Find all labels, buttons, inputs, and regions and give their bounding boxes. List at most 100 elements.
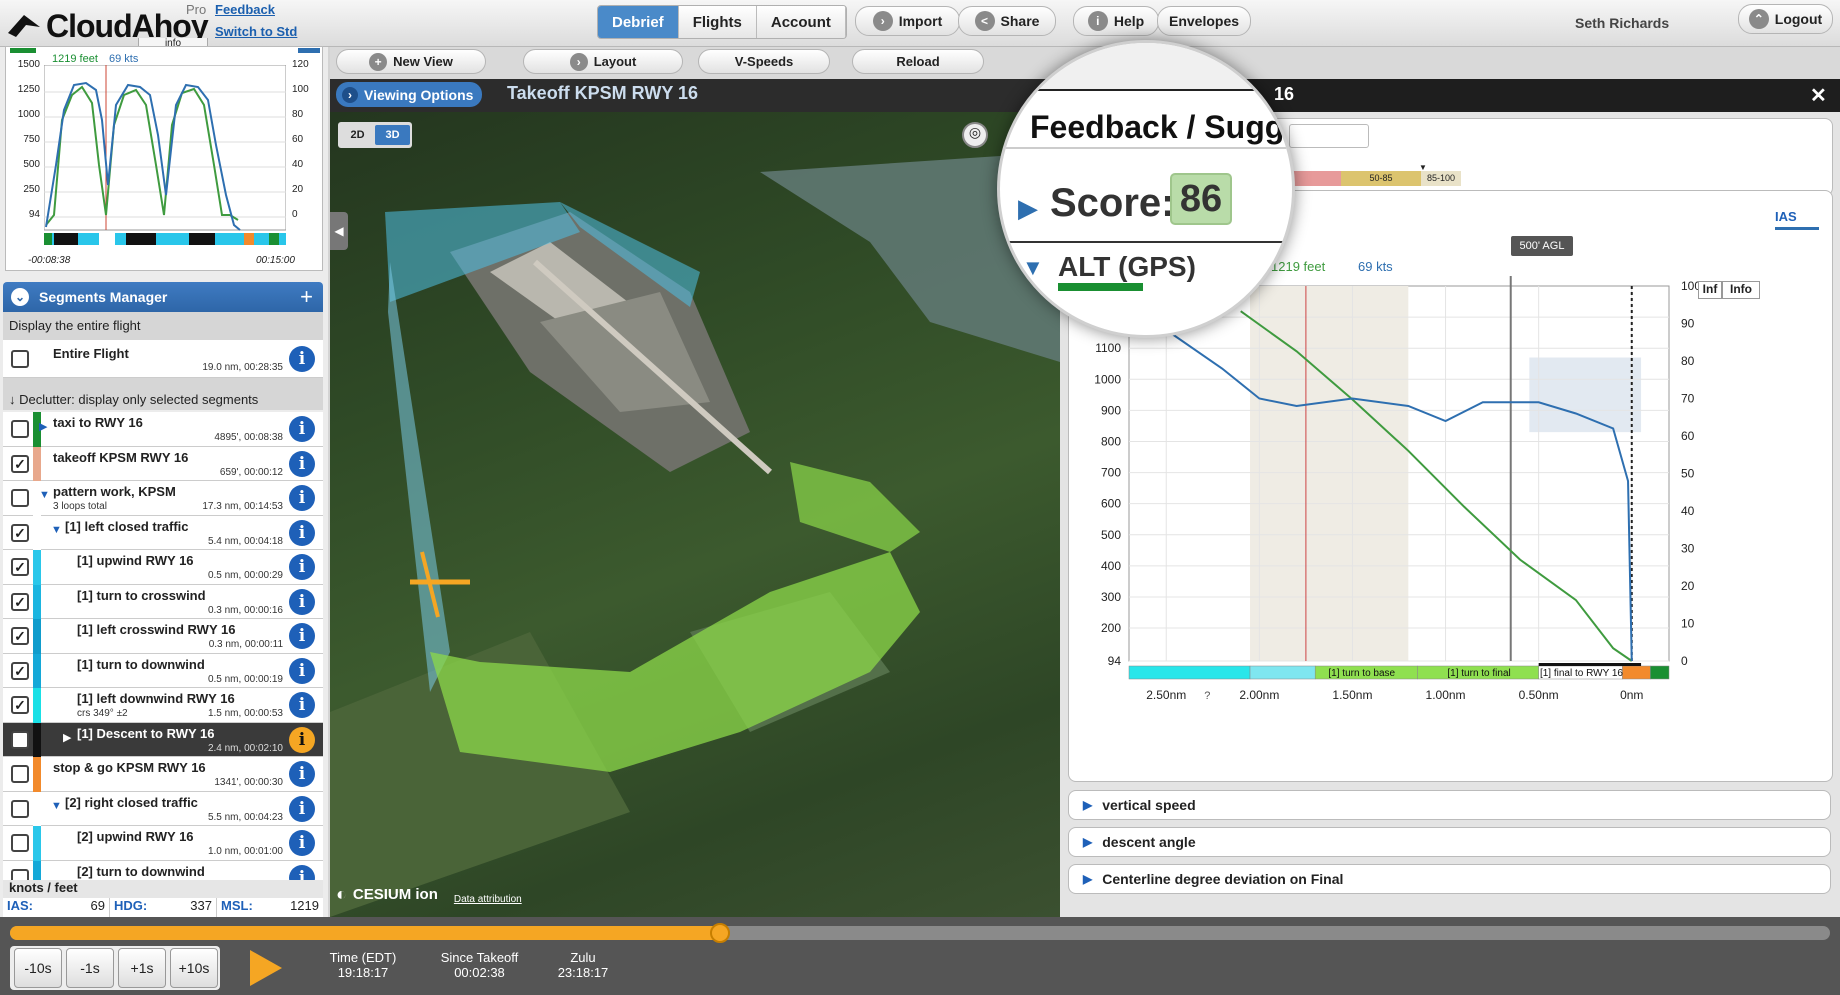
help-button[interactable]: i Help (1073, 6, 1159, 36)
chevron-right-icon[interactable]: ▶ (63, 731, 71, 744)
segment-row[interactable]: ✓ [1] left crosswind RWY 16 0.3 nm, 00:00:… (3, 619, 323, 654)
score-expand-icon[interactable]: ▶ (1018, 193, 1038, 224)
info-icon[interactable]: i (289, 761, 315, 787)
segment-checkbox[interactable]: ✓ (11, 592, 29, 611)
segment-row[interactable]: ✓ ▶ [1] Descent to RWY 16 2.4 nm, 00:02:10 i (3, 722, 323, 757)
zulu-group: Zulu 23:18:17 (548, 950, 618, 980)
vspeeds-button[interactable]: V-Speeds (698, 49, 830, 74)
info-icon[interactable]: i (289, 588, 315, 615)
info-icon[interactable]: i (289, 830, 315, 856)
segment-row[interactable]: stop & go KPSM RWY 16 1341', 00:00:30 i (3, 757, 323, 792)
segment-checkbox[interactable]: ✓ (11, 523, 29, 542)
segment-row[interactable]: ✓ [1] upwind RWY 16 0.5 nm, 00:00:29 i (3, 550, 323, 585)
score-tab[interactable] (1289, 124, 1369, 148)
mode-2d-button[interactable]: 2D (340, 129, 375, 141)
feedback-link[interactable]: Feedback (215, 2, 275, 17)
share-button[interactable]: < Share (958, 6, 1056, 36)
step-back-1s-button[interactable]: -1s (66, 948, 114, 988)
info-icon[interactable]: i (289, 692, 315, 718)
info-icon[interactable]: i (289, 416, 315, 442)
tab-debrief[interactable]: Debrief (598, 6, 679, 38)
segment-checkbox[interactable]: ✓ (11, 730, 29, 749)
segment-checkbox[interactable] (11, 420, 29, 438)
units-label: knots / feet (3, 880, 323, 898)
data-attribution-link[interactable]: Data attribution (454, 894, 522, 905)
centerline-section[interactable]: ▶ Centerline degree deviation on Final (1068, 864, 1831, 894)
play-icon[interactable] (250, 950, 282, 986)
ias-tab[interactable]: IAS (1775, 209, 1797, 224)
reload-button[interactable]: Reload (852, 49, 984, 74)
chart-info-button[interactable]: Info (1722, 281, 1760, 299)
segment-checkbox[interactable] (11, 489, 29, 507)
tab-flights[interactable]: Flights (678, 6, 757, 38)
step-back-10s-button[interactable]: -10s (14, 948, 62, 988)
segment-checkbox[interactable] (11, 799, 29, 818)
segment-label: pattern work, KPSM (53, 484, 176, 499)
segments-manager-header[interactable]: ⌄ Segments Manager + (3, 282, 323, 312)
segment-row[interactable]: ✓ ▼ [1] left closed traffic 5.4 nm, 00:04:1… (3, 515, 323, 550)
switch-std-link[interactable]: Switch to Std (215, 24, 297, 39)
segment-row[interactable]: ▼ [2] right closed traffic 5.5 nm, 00:04:2… (3, 791, 323, 826)
info-icon[interactable]: i (289, 657, 315, 684)
segment-checkbox[interactable]: ✓ (11, 558, 29, 576)
info-icon[interactable]: i (289, 795, 315, 822)
info-icon[interactable]: i (289, 346, 315, 372)
entire-flight-checkbox[interactable] (11, 350, 29, 368)
close-icon[interactable]: ✕ (1810, 83, 1827, 108)
ias-tab-underline (1775, 227, 1819, 230)
user-name: Seth Richards (1575, 15, 1670, 31)
info-icon[interactable]: i (289, 450, 315, 477)
layout-button[interactable]: › Layout (523, 49, 683, 74)
info-icon[interactable]: i (289, 623, 315, 649)
import-label: Import (898, 13, 943, 29)
segment-checkbox[interactable]: ✓ (11, 627, 29, 645)
info-icon[interactable]: i (289, 519, 315, 546)
timeline-knob[interactable] (710, 923, 730, 943)
segment-color-bar (33, 515, 41, 550)
segment-checkbox[interactable] (11, 834, 29, 852)
alt-expand-icon[interactable]: ▼ (1022, 255, 1044, 281)
chevron-down-icon[interactable]: ▼ (51, 800, 62, 812)
entire-flight-row[interactable]: Entire Flight 19.0 nm, 00:28:35 i (3, 340, 323, 378)
segment-row[interactable]: ✓ [1] left downwind RWY 16 1.5 nm, 00:00:5… (3, 688, 323, 723)
vertical-speed-section[interactable]: ▶ vertical speed (1068, 790, 1831, 820)
segment-row[interactable]: ▼ pattern work, KPSM 17.3 nm, 00:14:53 3 lo… (3, 481, 323, 516)
envelopes-button[interactable]: Envelopes (1157, 6, 1251, 36)
step-fwd-10s-button[interactable]: +10s (170, 948, 218, 988)
segment-checkbox[interactable]: ✓ (11, 454, 29, 473)
y-left-tick-label: 600 (1101, 497, 1121, 511)
collapse-left-panel-icon[interactable]: ◀ (330, 212, 348, 250)
segment-checkbox[interactable]: ✓ (11, 696, 29, 714)
descent-angle-section[interactable]: ▶ descent angle (1068, 827, 1831, 857)
segment-row[interactable]: ▶ taxi to RWY 16 4895', 00:08:38 i (3, 412, 323, 447)
y-left-tick-label: 400 (1101, 559, 1121, 573)
info-button-partial[interactable]: Inf (1698, 281, 1722, 299)
chevron-right-icon[interactable]: ▶ (39, 420, 47, 433)
chevron-down-icon[interactable]: ▼ (39, 489, 50, 501)
segment-strip-block (1128, 665, 1251, 680)
info-icon[interactable]: i (289, 485, 315, 511)
import-button[interactable]: › Import (855, 6, 960, 36)
agl-marker-label: 500' AGL (1511, 236, 1573, 256)
logout-button[interactable]: ⌃ Logout (1738, 4, 1833, 34)
mode-3d-button[interactable]: 3D (375, 125, 410, 145)
step-fwd-1s-button[interactable]: +1s (118, 948, 166, 988)
chevron-down-icon[interactable]: ▼ (51, 524, 62, 536)
segment-row[interactable]: ✓ [1] turn to downwind 0.5 nm, 00:00:19 i (3, 653, 323, 688)
segment-color-bar (33, 550, 41, 585)
segment-row[interactable]: [2] upwind RWY 16 1.0 nm, 00:01:00 i (3, 826, 323, 861)
segment-row[interactable]: ✓ takeoff KPSM RWY 16 659', 00:00:12 i (3, 446, 323, 481)
new-view-button[interactable]: + New View (336, 49, 486, 74)
map-3d-view[interactable]: 2D 3D ◀ ◎ ◐ CESIUM ion Data attribution (330, 112, 1060, 917)
import-icon: › (872, 11, 893, 31)
viewing-options-button[interactable]: › Viewing Options (336, 82, 482, 107)
segment-checkbox[interactable]: ✓ (11, 661, 29, 680)
minichart-right-tick: 40 (292, 159, 304, 170)
segment-row[interactable]: ✓ [1] turn to crosswind 0.3 nm, 00:00:16 i (3, 584, 323, 619)
info-icon[interactable]: i (289, 554, 315, 580)
tab-account[interactable]: Account (756, 6, 846, 38)
compass-icon[interactable]: ◎ (962, 122, 988, 148)
segment-checkbox[interactable] (11, 765, 29, 783)
info-icon[interactable]: i (289, 726, 315, 753)
add-segment-icon[interactable]: + (300, 284, 313, 310)
